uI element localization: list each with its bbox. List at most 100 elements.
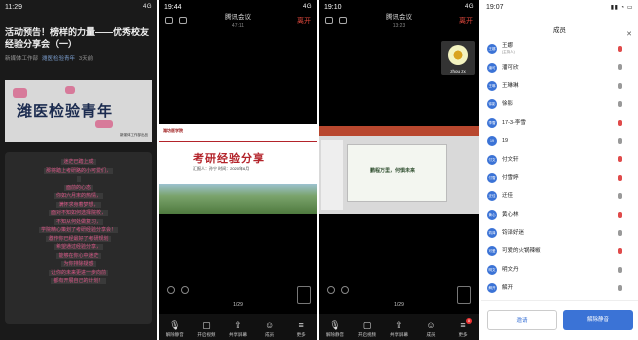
participant-name: zhou zx [450, 69, 466, 74]
article-title: 活动预告！榜样的力量——优秀校友经验分享会（一） [5, 27, 150, 49]
mic-icon[interactable] [618, 82, 622, 89]
status-time: 19:07 [486, 3, 504, 11]
annotate-icon[interactable] [167, 286, 175, 294]
avatar [448, 45, 468, 65]
avatar: 钧泽 [487, 228, 497, 239]
participant-video-tile[interactable]: zhou zx [441, 41, 475, 75]
member-row[interactable]: 可爱 可爱的火锅辣椒 [481, 242, 638, 260]
start-video-button[interactable]: ▢ 开启视频 [354, 320, 380, 338]
members-panel: 19:07 ▮▮ ◔ ▭ 成员 ✕ 王娜 王娜 (主持人) 潘可 潘可欣 王琳 王琳琳 徐影徐… [481, 0, 638, 340]
article-banner-image: 潍医检验青年 新媒体工作部出品 [5, 80, 152, 142]
article-meta: 新媒体工作部 潍医检验青年 3天前 [0, 50, 157, 66]
mic-icon[interactable] [618, 211, 622, 218]
meeting-panel-2: 19:10 4G 腾讯会议 13:23 离开 zhou zx 鹏程万里，何惧未来… [319, 0, 479, 340]
member-row[interactable]: 王娜 王娜 (主持人) [481, 40, 638, 58]
slide-canvas: 鹏程万里，何惧未来 [347, 144, 447, 202]
share-screen-button[interactable]: ⇪ 共享屏幕 [386, 320, 412, 338]
article-source: 新媒体工作部 [5, 56, 39, 62]
shared-powerpoint: 鹏程万里，何惧未来 [319, 126, 479, 214]
poem-line: 邀作你已经最好了考研规划 [46, 235, 111, 242]
unmute-button[interactable]: 🎙 解除静音 [162, 320, 188, 338]
avatar: 明文 [487, 264, 497, 275]
member-row[interactable]: 付文 付文轩 [481, 150, 638, 168]
member-row[interactable]: 解开 解开 [481, 279, 638, 297]
member-row[interactable]: 付雪 付雪婷 [481, 169, 638, 187]
unmute-all-button[interactable]: 解除静音 [563, 310, 633, 330]
chat-icon[interactable] [181, 286, 189, 294]
more-button[interactable]: ≡ 更多 [288, 320, 314, 338]
slide-subtitle: 汇报人：孙宁 时间：2020年6月 [193, 166, 250, 171]
avatar: 潘可 [487, 62, 497, 73]
page-indicator: 1/29 [394, 302, 404, 308]
signal-indicator: ▮▮ ◔ ▭ [610, 4, 633, 11]
member-name: 付雪婷 [502, 174, 519, 181]
member-row[interactable]: 迂佳 迂佳 [481, 187, 638, 205]
headphone-icon[interactable] [325, 17, 333, 24]
more-button[interactable]: ≡ 8 更多 [450, 318, 476, 338]
poem-line: 你如六月末的热情， [53, 193, 103, 199]
mic-icon[interactable] [618, 248, 622, 255]
mic-icon[interactable] [618, 119, 622, 126]
members-button[interactable]: ☺ 成员 [418, 320, 444, 338]
member-name: 付文轩 [502, 156, 519, 163]
leave-button[interactable]: 离开 [459, 16, 473, 26]
article-age: 3天前 [79, 56, 94, 62]
avatar: 迂佳 [487, 191, 497, 202]
camera-switch-icon[interactable] [179, 17, 187, 24]
mic-icon[interactable] [618, 229, 622, 236]
member-name: 解开 [502, 285, 514, 292]
mic-icon[interactable] [618, 46, 622, 52]
share-icon: ⇪ [395, 320, 403, 330]
banner-title: 潍医检验青年 [17, 102, 114, 120]
member-name: 王琳琳 [502, 82, 519, 89]
mic-icon[interactable] [618, 174, 622, 181]
members-list: 王娜 王娜 (主持人) 潘可 潘可欣 王琳 王琳琳 徐影 徐影 李雪 17-3-李雪 19 19 付文 付文… [481, 40, 638, 297]
member-row[interactable]: 钧泽 钧泽好迷 [481, 224, 638, 242]
member-row[interactable]: 19 19 [481, 132, 638, 150]
member-name: 明文丹 [502, 266, 519, 273]
poem-line: 面前的心态 [63, 184, 93, 191]
camera-switch-icon[interactable] [339, 17, 347, 24]
close-icon[interactable]: ✕ [626, 30, 632, 38]
member-row[interactable]: 李雪 17-3-李雪 [481, 114, 638, 132]
mic-icon[interactable] [618, 285, 622, 292]
share-screen-button[interactable]: ⇪ 共享屏幕 [225, 320, 251, 338]
chat-icon[interactable] [341, 286, 349, 294]
slide-thumbnails [321, 140, 343, 210]
member-name: 19 [502, 138, 509, 145]
member-name: 钧泽好迷 [502, 230, 525, 237]
start-video-button[interactable]: ▢ 开启视频 [193, 320, 219, 338]
headphone-icon[interactable] [165, 17, 173, 24]
mic-icon[interactable] [618, 193, 622, 200]
avatar: 王娜 [487, 44, 497, 55]
members-title: 成员 [553, 27, 566, 34]
unmute-button[interactable]: 🎙 解除静音 [322, 320, 348, 338]
mic-icon[interactable] [618, 137, 622, 144]
member-name: 徐影 [502, 101, 514, 108]
member-name: 17-3-李雪 [502, 119, 526, 126]
meeting-panel-1: 19:44 4G 腾讯会议 47:11 离开 潍坊医学院 考研经验分享 汇报人：… [159, 0, 317, 340]
members-button[interactable]: ☺ 成员 [257, 320, 283, 338]
member-row[interactable]: 黄心 黄心林 [481, 206, 638, 224]
poem-line [5, 175, 152, 184]
account-link[interactable]: 潍医检验青年 [42, 54, 75, 62]
member-name: 迂佳 [502, 193, 514, 200]
poem-line: 学院精心策划了考研经验分享会！ [38, 227, 118, 233]
mic-icon[interactable] [618, 156, 622, 163]
mic-icon[interactable] [618, 101, 622, 108]
leave-button[interactable]: 离开 [297, 16, 311, 26]
mic-icon[interactable] [618, 266, 622, 273]
slide-title: 考研经验分享 [193, 153, 265, 165]
invite-button[interactable]: 邀请 [487, 310, 557, 330]
page-indicator: 1/29 [233, 302, 243, 308]
status-bar: 11:29 4G [0, 0, 157, 14]
mic-icon[interactable] [618, 64, 622, 71]
member-row[interactable]: 王琳 王琳琳 [481, 77, 638, 95]
member-row[interactable]: 明文 明文丹 [481, 261, 638, 279]
article-panel: 11:29 4G 活动预告！榜样的力量——优秀校友经验分享会（一） 新媒体工作部… [0, 0, 157, 340]
member-row[interactable]: 徐影 徐影 [481, 95, 638, 113]
poem-line: 面对不知如何选择院校， [48, 210, 108, 216]
annotate-icon[interactable] [327, 286, 335, 294]
member-row[interactable]: 潘可 潘可欣 [481, 58, 638, 76]
member-name: 可爱的火锅辣椒 [502, 248, 541, 255]
